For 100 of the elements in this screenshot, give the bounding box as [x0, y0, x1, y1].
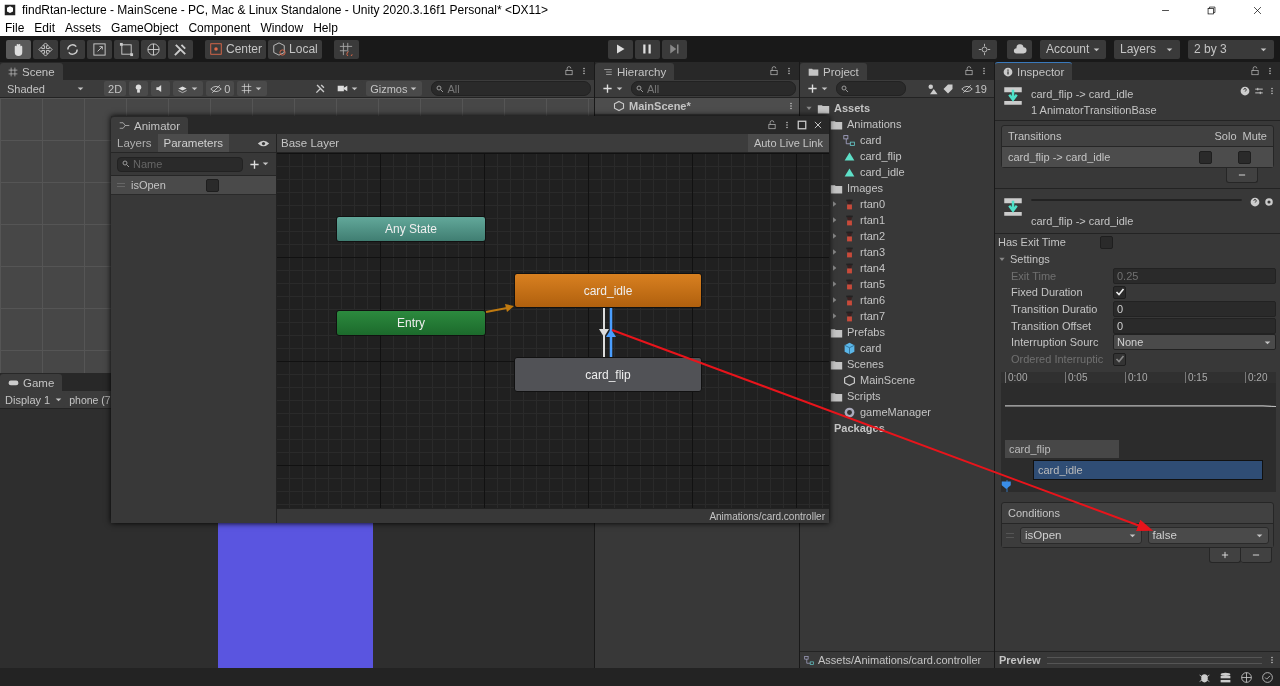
layout-dropdown[interactable]: 2 by 3: [1188, 39, 1274, 59]
effects-dropdown[interactable]: [173, 81, 204, 96]
menu-item[interactable]: Component: [188, 21, 251, 35]
database-icon[interactable]: [1219, 670, 1232, 684]
tool-button[interactable]: [33, 39, 58, 59]
clip-bar[interactable]: card_idle: [1033, 459, 1263, 480]
collapsed-arrow-icon[interactable]: [831, 279, 839, 289]
checkbox[interactable]: [1238, 150, 1251, 164]
clip-bar[interactable]: card_flip: [1005, 440, 1119, 458]
services-button[interactable]: [972, 39, 997, 59]
gizmos-dropdown[interactable]: Gizmos: [366, 81, 423, 96]
preset-icon[interactable]: [1254, 86, 1264, 96]
tree-item[interactable]: rtan4: [860, 262, 886, 274]
panel-tab[interactable]: Layers: [111, 134, 158, 152]
pause-button[interactable]: [634, 39, 660, 59]
hidden-packages-toggle[interactable]: 19: [956, 81, 991, 96]
pivot-button[interactable]: Center: [205, 39, 267, 59]
lock-icon[interactable]: [767, 120, 777, 130]
search-field[interactable]: [836, 81, 906, 96]
collapsed-arrow-icon[interactable]: [831, 311, 839, 321]
tree-item[interactable]: card: [860, 342, 882, 354]
account-dropdown[interactable]: Account: [1040, 39, 1106, 59]
snap-button[interactable]: [333, 39, 359, 59]
tree-item[interactable]: Images: [847, 182, 884, 194]
tree-item[interactable]: rtan5: [860, 278, 886, 290]
drag-handle[interactable]: [1006, 532, 1014, 538]
close-icon[interactable]: [813, 120, 823, 130]
menu-icon[interactable]: [1266, 66, 1274, 76]
add-parameter-button[interactable]: [249, 158, 270, 170]
tree-item[interactable]: rtan7: [860, 310, 886, 322]
play-button[interactable]: [607, 39, 633, 59]
tree-item[interactable]: Scripts: [847, 390, 881, 402]
panel-tab[interactable]: Parameters: [157, 134, 229, 152]
tree-item[interactable]: Prefabs: [847, 326, 885, 338]
state-node[interactable]: Entry: [336, 310, 486, 336]
lighting-toggle[interactable]: [129, 81, 149, 96]
tree-item[interactable]: rtan1: [860, 214, 886, 226]
audio-toggle[interactable]: [151, 81, 171, 96]
inspector-tab[interactable]: Inspector: [995, 62, 1073, 80]
tree-item[interactable]: card_idle: [860, 166, 905, 178]
menu-item[interactable]: Window: [260, 21, 304, 35]
tool-button[interactable]: [60, 39, 85, 59]
project-tab[interactable]: Project: [800, 63, 867, 80]
menu-icon[interactable]: [580, 66, 588, 76]
checkbox[interactable]: [206, 178, 219, 192]
preview-header[interactable]: Preview: [999, 654, 1041, 666]
tree-item[interactable]: Assets: [834, 102, 871, 114]
menu-icon[interactable]: [787, 101, 795, 111]
checkbox[interactable]: [1199, 150, 1212, 164]
cloud-button[interactable]: [1007, 39, 1032, 59]
collapsed-arrow-icon[interactable]: [831, 247, 839, 257]
live-link-button[interactable]: Auto Live Link: [747, 134, 829, 152]
graph-canvas[interactable]: Any State Entry card_idle card_flip: [277, 153, 829, 508]
state-node[interactable]: card_flip: [514, 357, 702, 392]
help-icon[interactable]: [1240, 86, 1250, 96]
tool-button[interactable]: [141, 39, 166, 59]
collapsed-arrow-icon[interactable]: [831, 215, 839, 225]
settings-icon[interactable]: [1264, 197, 1274, 207]
menu-icon[interactable]: [980, 66, 988, 76]
menu-item[interactable]: Help: [313, 21, 338, 35]
help-icon[interactable]: [1250, 197, 1260, 207]
lock-icon[interactable]: [769, 66, 779, 76]
tag-icon[interactable]: [941, 82, 954, 95]
playhead-icon[interactable]: [1001, 479, 1013, 492]
number-field[interactable]: 0: [1113, 301, 1276, 318]
menu-icon[interactable]: [785, 66, 793, 76]
tree-item[interactable]: Scenes: [847, 358, 884, 370]
checkbox[interactable]: [1113, 285, 1126, 299]
menu-icon[interactable]: [1268, 655, 1276, 665]
layers-dropdown[interactable]: Layers: [1114, 39, 1180, 59]
lock-icon[interactable]: [1250, 66, 1260, 76]
parameter-dropdown[interactable]: isOpen: [1020, 526, 1142, 544]
menu-icon[interactable]: [783, 120, 791, 130]
grid-dropdown[interactable]: [237, 81, 268, 96]
tree-item[interactable]: card_flip: [860, 150, 902, 162]
filter-type-icon[interactable]: [926, 82, 939, 95]
tree-item[interactable]: rtan6: [860, 294, 886, 306]
menu-icon[interactable]: [1268, 86, 1276, 96]
collapsed-arrow-icon[interactable]: [831, 199, 839, 209]
scene-tab[interactable]: Scene: [0, 63, 63, 80]
transition-arrow[interactable]: [606, 308, 616, 357]
game-tab[interactable]: Game: [0, 374, 63, 391]
hierarchy-tab[interactable]: Hierarchy: [595, 63, 675, 80]
globe-icon[interactable]: [1240, 670, 1253, 684]
value-dropdown[interactable]: false: [1147, 526, 1269, 544]
tree-item[interactable]: Animations: [847, 118, 902, 130]
animator-tab[interactable]: Animator: [111, 117, 189, 134]
tree-item[interactable]: MainScene: [860, 374, 916, 386]
collapsed-arrow-icon[interactable]: [831, 231, 839, 241]
step-button[interactable]: [661, 39, 687, 59]
lock-icon[interactable]: [564, 66, 574, 76]
pivot-button[interactable]: Local: [268, 39, 322, 59]
collapsed-arrow-icon[interactable]: [831, 295, 839, 305]
breadcrumb[interactable]: Base Layer: [281, 137, 348, 149]
number-field[interactable]: 0: [1113, 317, 1276, 334]
remove-button[interactable]: [1226, 168, 1258, 183]
menu-item[interactable]: Edit: [34, 21, 56, 35]
tool-button[interactable]: [168, 39, 193, 59]
tool-button[interactable]: [6, 39, 31, 59]
dropdown[interactable]: None: [1113, 334, 1276, 351]
